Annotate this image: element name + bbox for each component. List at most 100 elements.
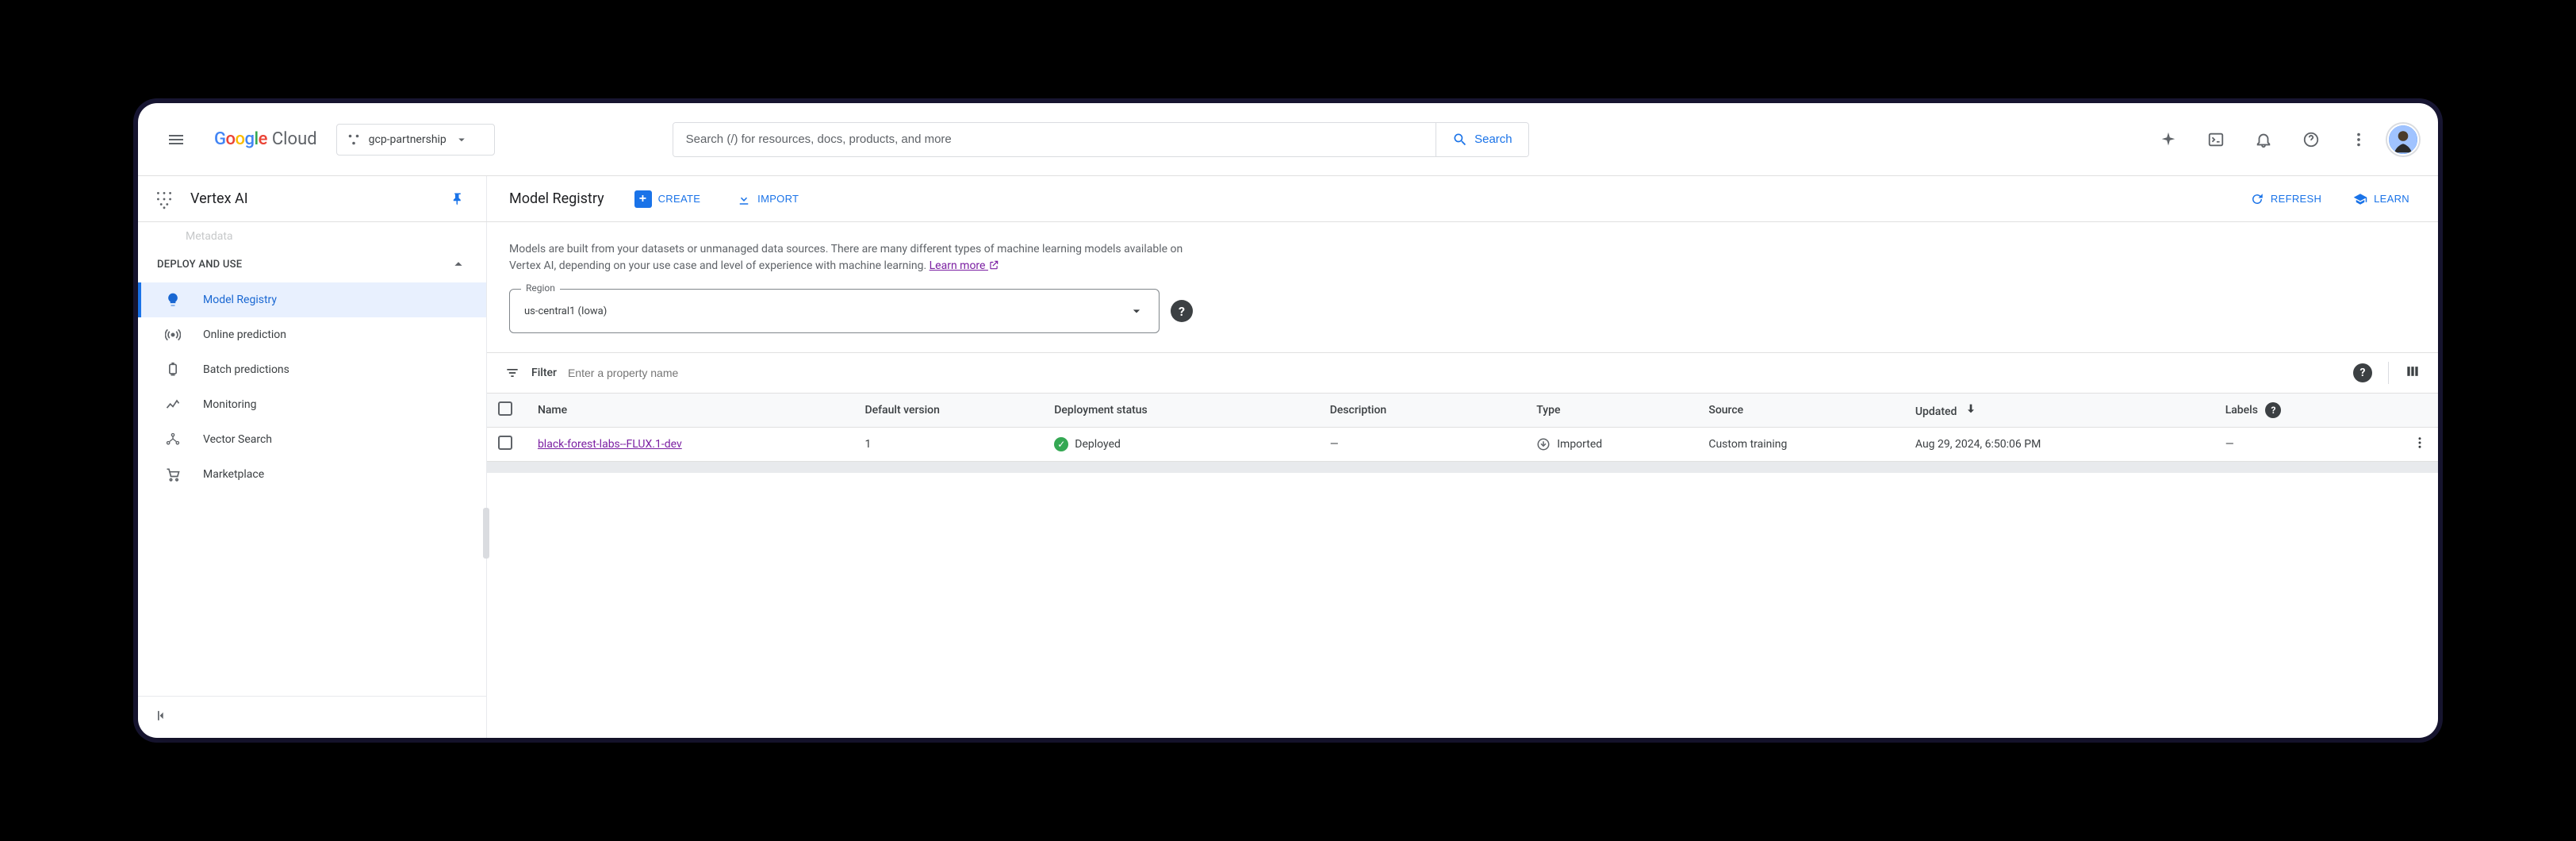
sidebar-item-online-prediction[interactable]: Online prediction [138, 317, 486, 352]
kebab-icon [2413, 436, 2427, 450]
table-row: black-forest-labs--FLUX.1-dev 1 ✓ Deploy… [487, 428, 2438, 462]
import-icon [737, 192, 751, 206]
help-icon [2302, 131, 2320, 148]
region-floating-label: Region [521, 282, 560, 294]
create-button[interactable]: + CREATE [628, 186, 707, 213]
deployed-check-icon: ✓ [1054, 437, 1068, 451]
sidebar-item-batch-predictions[interactable]: Batch predictions [138, 352, 486, 387]
sidebar-item-marketplace[interactable]: Marketplace [138, 457, 486, 492]
col-source[interactable]: Source [1697, 394, 1904, 428]
sidebar: Metadata DEPLOY AND USE Model Registry O… [138, 222, 487, 738]
sidebar-section-label: DEPLOY AND USE [157, 259, 242, 271]
sort-desc-icon [1965, 402, 1977, 415]
sidebar-item-label: Model Registry [203, 294, 277, 306]
gemini-button[interactable] [2149, 121, 2187, 159]
labels-help-icon[interactable]: ? [2265, 402, 2281, 418]
filter-help-button[interactable]: ? [2353, 363, 2372, 382]
search-input[interactable] [673, 123, 1436, 156]
horizontal-scrollbar[interactable] [487, 462, 2438, 473]
broadcast-icon [165, 327, 181, 343]
learn-label: LEARN [2374, 193, 2409, 205]
collapse-sidebar-button[interactable] [154, 708, 470, 727]
caret-down-icon [454, 132, 469, 147]
sidebar-item-model-registry[interactable]: Model Registry [138, 282, 486, 317]
kebab-icon [2350, 131, 2367, 148]
refresh-label: REFRESH [2271, 193, 2321, 205]
search-button-label: Search [1474, 132, 1512, 146]
refresh-icon [2250, 192, 2264, 206]
create-label: CREATE [658, 193, 701, 205]
account-avatar[interactable] [2387, 124, 2419, 156]
import-label: IMPORT [757, 193, 799, 205]
sub-header: Vertex AI Model Registry + CREATE IMPORT… [138, 176, 2438, 222]
project-name: gcp-partnership [369, 133, 447, 146]
row-checkbox[interactable] [498, 436, 512, 450]
filter-input[interactable] [568, 367, 2342, 379]
gcp-console-window: Google Cloud gcp-partnership Search [138, 103, 2438, 738]
sidebar-resize-handle[interactable] [483, 508, 489, 559]
learn-more-link[interactable]: Learn more [930, 259, 999, 272]
monitoring-icon [165, 397, 181, 413]
models-table: Name Default version Deployment status D… [487, 394, 2438, 462]
region-value: us-central1 (Iowa) [524, 305, 607, 317]
pin-button[interactable] [445, 186, 470, 212]
filter-label: Filter [531, 367, 557, 379]
sidebar-section-deploy-and-use[interactable]: DEPLOY AND USE [138, 246, 486, 282]
avatar-icon [2389, 124, 2417, 156]
top-bar: Google Cloud gcp-partnership Search [138, 103, 2438, 176]
more-button[interactable] [2340, 121, 2378, 159]
cell-default-version: 1 [853, 428, 1043, 462]
col-type[interactable]: Type [1525, 394, 1697, 428]
col-labels[interactable]: Labels ? [2214, 394, 2386, 428]
sidebar-item-vector-search[interactable]: Vector Search [138, 422, 486, 457]
column-display-button[interactable] [2405, 363, 2421, 382]
model-name-link[interactable]: black-forest-labs--FLUX.1-dev [538, 438, 682, 451]
refresh-button[interactable]: REFRESH [2244, 187, 2328, 211]
project-icon [347, 132, 361, 147]
search-bar: Search [673, 122, 1529, 157]
search-button[interactable]: Search [1436, 123, 1528, 156]
product-cell: Vertex AI [138, 176, 487, 221]
col-name[interactable]: Name [527, 394, 854, 428]
google-cloud-logo[interactable]: Google Cloud [214, 129, 317, 149]
col-description[interactable]: Description [1319, 394, 1526, 428]
region-row: Region us-central1 (Iowa) ? [487, 289, 2438, 352]
col-updated[interactable]: Updated [1904, 394, 2214, 428]
sidebar-item-monitoring[interactable]: Monitoring [138, 387, 486, 422]
caret-down-icon [1129, 303, 1144, 319]
table-header-row: Name Default version Deployment status D… [487, 394, 2438, 428]
search-icon [1452, 132, 1468, 148]
pin-icon [450, 192, 465, 206]
sidebar-item-label: Batch predictions [203, 363, 289, 376]
region-help-button[interactable]: ? [1171, 300, 1193, 322]
project-picker[interactable]: gcp-partnership [336, 124, 495, 156]
hamburger-icon [167, 130, 186, 149]
select-all-checkbox[interactable] [498, 401, 512, 416]
notifications-button[interactable] [2244, 121, 2283, 159]
col-default-version[interactable]: Default version [853, 394, 1043, 428]
learn-button[interactable]: LEARN [2347, 187, 2416, 211]
row-actions-button[interactable] [2413, 440, 2427, 453]
cell-source: Custom training [1697, 428, 1904, 462]
sidebar-footer [138, 696, 486, 738]
logo-cloud-text: Cloud [272, 129, 317, 149]
sidebar-item-label: Online prediction [203, 328, 286, 341]
help-button[interactable] [2292, 121, 2330, 159]
col-deployment-status[interactable]: Deployment status [1043, 394, 1318, 428]
region-select[interactable]: Region us-central1 (Iowa) [509, 289, 1160, 333]
sidebar-item-label: Marketplace [203, 468, 264, 481]
external-link-icon [988, 259, 999, 271]
import-button[interactable]: IMPORT [730, 187, 805, 211]
cell-description: — [1319, 428, 1526, 462]
cell-deployment-status: ✓ Deployed [1054, 437, 1307, 451]
sidebar-truncated-item[interactable]: Metadata [138, 227, 486, 246]
cloud-shell-button[interactable] [2197, 121, 2235, 159]
nav-menu-button[interactable] [157, 121, 195, 159]
sidebar-item-label: Vector Search [203, 433, 272, 446]
intro-body: Models are built from your datasets or u… [509, 243, 1183, 272]
filter-icon [504, 365, 520, 381]
page-title: Model Registry [509, 190, 604, 207]
bell-icon [2255, 131, 2272, 148]
imported-icon [1536, 437, 1551, 451]
vertex-ai-icon [154, 189, 174, 209]
